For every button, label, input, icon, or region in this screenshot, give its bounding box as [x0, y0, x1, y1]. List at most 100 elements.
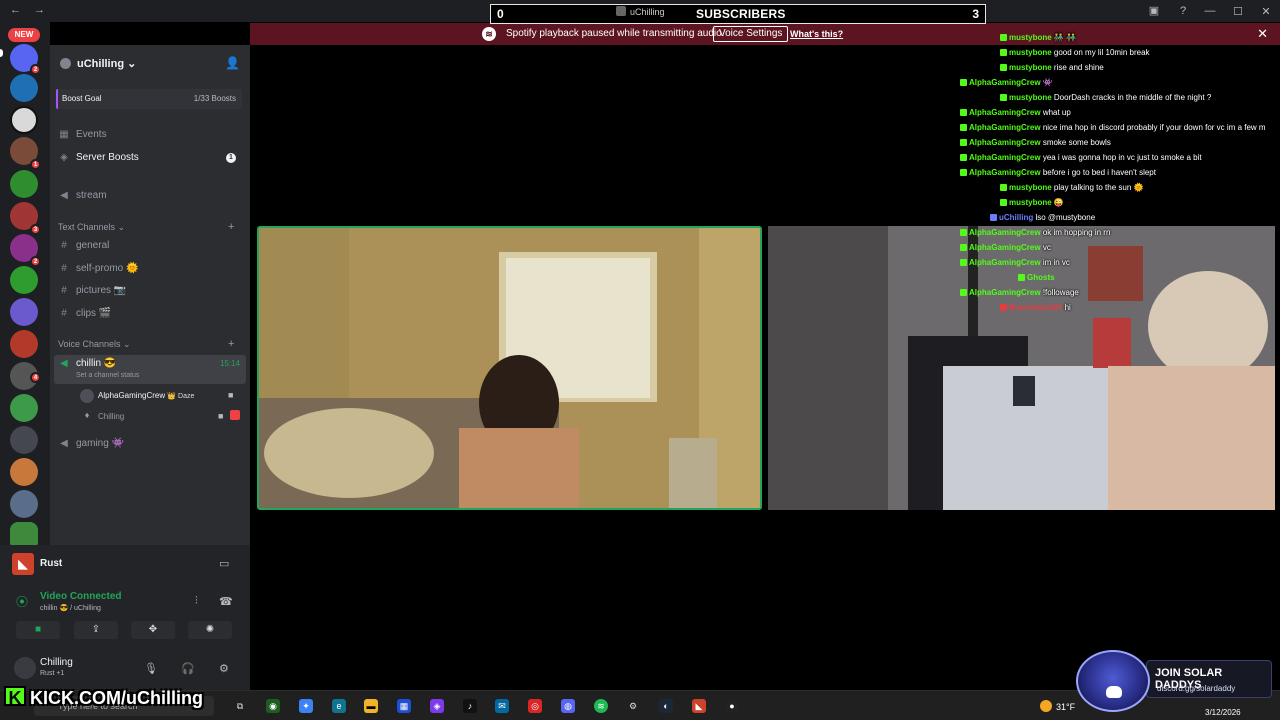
- hash-icon: #: [61, 308, 67, 319]
- server-icon[interactable]: [10, 458, 38, 486]
- edge-icon[interactable]: e: [332, 699, 346, 713]
- settings-gear-icon[interactable]: ⚙: [219, 662, 229, 675]
- server-name-header[interactable]: uChilling ⌄: [60, 57, 136, 70]
- channel-pictures[interactable]: # pictures 📷: [58, 282, 244, 300]
- discord-taskbar-icon[interactable]: ◍: [561, 699, 575, 713]
- video-tile-streamer[interactable]: [257, 226, 762, 510]
- file-explorer-icon[interactable]: ▬: [364, 699, 378, 713]
- camera-button[interactable]: ■: [16, 621, 60, 639]
- back-arrow-icon[interactable]: ←: [10, 4, 21, 16]
- voice-user-name: AlphaGamingCrew 👑 Daze: [98, 391, 194, 400]
- avatar[interactable]: [14, 657, 36, 679]
- server-icon[interactable]: [10, 394, 38, 422]
- server-icon[interactable]: [10, 74, 38, 102]
- chat-message: AlphaGamingCrew nice ima hop in discord …: [960, 121, 1266, 134]
- activities-button[interactable]: ✥: [131, 621, 175, 639]
- forward-arrow-icon[interactable]: →: [34, 4, 45, 16]
- channel-stream-label: stream: [76, 190, 107, 201]
- invite-people-icon[interactable]: 👤: [225, 56, 240, 70]
- spotify-taskbar-icon[interactable]: ≋: [594, 699, 608, 713]
- chat-message: AlphaGamingCrew smoke some bowls: [960, 136, 1111, 149]
- obs-icon[interactable]: ●: [725, 699, 739, 713]
- settings-icon[interactable]: ⚙: [626, 699, 640, 713]
- copilot-icon[interactable]: ✦: [299, 699, 313, 713]
- server-boosts-item[interactable]: ◈ Server Boosts 1: [58, 149, 244, 167]
- voice-channel-chillin[interactable]: ◀ chillin 😎 Set a channel status 15:14: [54, 355, 246, 384]
- chat-text: smoke some bowls: [1042, 138, 1111, 147]
- server-icon[interactable]: [10, 266, 38, 294]
- add-channel-icon[interactable]: +: [228, 221, 234, 233]
- share-screen-button[interactable]: ⇪: [74, 621, 118, 639]
- add-channel-icon[interactable]: +: [228, 338, 234, 350]
- voice-user-chilling[interactable]: ♦ Chilling ■: [80, 409, 270, 425]
- server-icon[interactable]: [10, 298, 38, 326]
- avatar: ♦: [84, 410, 90, 420]
- mention-badge: 4: [30, 372, 41, 383]
- sun-icon: [1040, 700, 1052, 712]
- channel-clips[interactable]: # clips 🎬: [58, 305, 244, 323]
- channel-stream[interactable]: ◀ stream: [58, 187, 244, 205]
- close-window-icon[interactable]: ✕: [1252, 5, 1280, 18]
- voice-user-tag: 👑 Daze: [167, 393, 195, 400]
- voice-user-alphagamingcrew[interactable]: AlphaGamingCrew 👑 Daze ■: [80, 388, 270, 404]
- chat-message: AlphaGamingCrew yea i was gonna hop in v…: [960, 151, 1202, 164]
- outlook-icon[interactable]: ✉: [495, 699, 509, 713]
- voice-settings-button[interactable]: Voice Settings: [713, 26, 789, 42]
- minimize-icon[interactable]: —: [1196, 5, 1224, 17]
- chrome-icon[interactable]: ◎: [528, 699, 542, 713]
- server-icon[interactable]: [10, 426, 38, 454]
- nvidia-icon[interactable]: ◉: [266, 699, 280, 713]
- weather-widget[interactable]: 31°F: [1040, 700, 1075, 712]
- chat-badge-icon: [1000, 49, 1007, 56]
- chat-username: mustybone: [1009, 93, 1052, 102]
- voice-channel-timer: 15:14: [219, 359, 240, 368]
- rust-taskbar-icon[interactable]: ◣: [692, 699, 706, 713]
- text-channels-category[interactable]: Text Channels ⌄ +: [58, 221, 234, 233]
- app-screen: ← → ▣ ? — ☐ ✕ 0 uChilling SUBSCRIBERS 3 …: [0, 0, 1280, 720]
- channel-self-promo[interactable]: # self-promo 🌞: [58, 260, 244, 278]
- headphones-icon[interactable]: 🎧: [181, 662, 195, 675]
- chat-username: AlphaGamingCrew: [969, 258, 1041, 267]
- channel-general[interactable]: # general: [58, 237, 244, 255]
- disconnect-icon[interactable]: ☎: [219, 595, 233, 608]
- microphone-icon[interactable]: 🎙: [144, 662, 158, 675]
- server-boosts-count: 1: [226, 153, 236, 163]
- server-name: uChilling: [77, 58, 125, 70]
- live-icon: [230, 410, 240, 420]
- chat-text: rise and shine: [1053, 63, 1104, 72]
- maximize-icon[interactable]: ☐: [1224, 5, 1252, 18]
- whats-this-link[interactable]: What's this?: [790, 29, 843, 39]
- server-icon[interactable]: [10, 330, 38, 358]
- chat-badge-icon: [960, 139, 967, 146]
- weather-temp: 31°F: [1056, 702, 1076, 712]
- events-item[interactable]: ▦ Events: [58, 126, 244, 144]
- soundboard-button[interactable]: ✺: [188, 621, 232, 639]
- mention-badge: 2: [30, 256, 41, 267]
- screen-share-icon[interactable]: ▭: [219, 557, 229, 570]
- server-icon[interactable]: [10, 106, 38, 134]
- tiktok-icon[interactable]: ♪: [463, 699, 477, 713]
- steam-icon[interactable]: ◐: [659, 699, 673, 713]
- chat-message: AlphaGamingCrew before i go to bed i hav…: [960, 166, 1156, 179]
- discord-orb-icon: [1076, 650, 1150, 712]
- channel-gaming[interactable]: ◀ gaming 👾: [58, 435, 244, 453]
- user-name: Chilling: [40, 657, 73, 668]
- signal-icon[interactable]: ⦿: [16, 593, 28, 610]
- server-icon[interactable]: [10, 490, 38, 518]
- hash-icon: #: [61, 263, 67, 274]
- voice-user-name: Chilling: [98, 412, 125, 421]
- server-icon[interactable]: [10, 170, 38, 198]
- help-icon[interactable]: ?: [1176, 4, 1190, 18]
- voice-channels-category[interactable]: Voice Channels ⌄ +: [58, 338, 234, 350]
- app-icon[interactable]: ◈: [430, 699, 444, 713]
- chat-username: uChilling: [999, 213, 1034, 222]
- boost-goal-bar[interactable]: Boost Goal 1/33 Boosts: [56, 89, 242, 109]
- noise-suppression-icon[interactable]: ⫶: [195, 595, 198, 608]
- channel-status[interactable]: Set a channel status: [76, 372, 139, 379]
- task-view-icon[interactable]: ⧉: [233, 699, 247, 713]
- voice-location[interactable]: chillin 😎 / uChilling: [40, 604, 101, 612]
- store-icon[interactable]: ▦: [397, 699, 411, 713]
- chat-username: mustybone: [1009, 33, 1052, 42]
- inbox-icon[interactable]: ▣: [1147, 4, 1161, 18]
- kick-logo-icon: K: [4, 686, 26, 708]
